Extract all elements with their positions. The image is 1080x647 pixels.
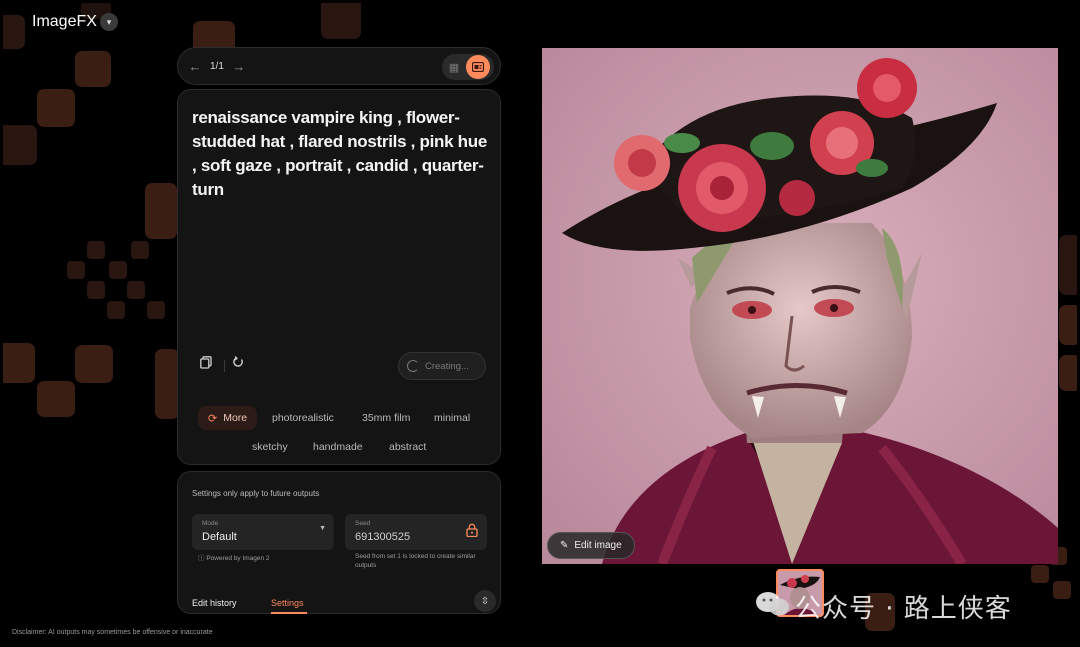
chevron-down-icon: ▼: [319, 525, 326, 532]
decor-square: [145, 183, 177, 239]
decor-square: [1053, 581, 1071, 599]
spinner-icon: [407, 360, 419, 372]
seed-field[interactable]: Seed 691300525: [345, 514, 487, 550]
mode-label: Mode: [202, 520, 219, 527]
decor-square: [3, 125, 37, 165]
disclaimer: Disclaimer: AI outputs may sometimes be …: [12, 629, 213, 636]
more-chip-label: More: [223, 412, 248, 424]
decor-square: [37, 89, 75, 127]
decor-square: [321, 3, 361, 39]
prompt-panel: renaissance vampire king , flower-studde…: [177, 89, 501, 465]
app-menu-chevron-icon[interactable]: ▾: [100, 13, 118, 31]
copy-icon[interactable]: [200, 356, 212, 372]
create-button-label: Creating...: [425, 360, 469, 372]
seed-value: 691300525: [355, 531, 411, 543]
decor-square: [147, 301, 165, 319]
style-chip[interactable]: minimal: [424, 406, 480, 430]
refresh-icon: ⟳: [208, 412, 218, 425]
decor-square: [67, 261, 85, 279]
decor-square: [127, 281, 145, 299]
arrow-right-icon[interactable]: →: [228, 59, 250, 74]
view-toggle: ▦: [442, 54, 494, 80]
reset-icon[interactable]: [232, 356, 244, 371]
decor-square: [1031, 565, 1049, 583]
decor-square: [3, 343, 35, 383]
decor-square: [155, 349, 179, 419]
create-button[interactable]: Creating...: [398, 352, 486, 380]
result-counter: 1/1: [210, 60, 224, 72]
active-tab-indicator: [271, 612, 307, 614]
decor-square: [1059, 355, 1077, 391]
more-chip[interactable]: ⟳ More: [198, 406, 258, 430]
decor-square: [107, 301, 125, 319]
toolbar-divider: [224, 360, 225, 372]
seed-note: Seed from set 1 is locked to create simi…: [355, 553, 476, 569]
generated-image[interactable]: [542, 48, 1058, 564]
tab-edit-history[interactable]: Edit history: [192, 598, 237, 608]
decor-square: [75, 345, 113, 383]
decor-square: [1059, 235, 1077, 295]
grid-view-icon[interactable]: ▦: [442, 61, 466, 74]
app-title: ImageFX: [32, 13, 97, 30]
decor-square: [109, 261, 127, 279]
arrow-left-icon[interactable]: ←: [184, 59, 206, 74]
edit-image-button[interactable]: ✎ Edit image: [547, 532, 635, 559]
style-chip[interactable]: sketchy: [242, 435, 298, 459]
settings-note: Settings only apply to future outputs: [192, 489, 320, 498]
tab-settings[interactable]: Settings: [271, 598, 304, 608]
style-chip[interactable]: handmade: [303, 435, 373, 459]
pencil-icon: ✎: [560, 540, 569, 551]
settings-panel: Settings only apply to future outputs Mo…: [177, 471, 501, 614]
help-icon: ⓘ: [198, 555, 205, 562]
style-chip[interactable]: abstract: [379, 435, 436, 459]
mode-value: Default: [202, 531, 237, 543]
app-window: ImageFX ▾ ← 1/1 → ▦ renaissance vampire …: [3, 3, 1077, 643]
mode-select[interactable]: Mode Default ▼: [192, 514, 334, 550]
style-chip[interactable]: photorealistic: [262, 406, 344, 430]
decor-square: [1059, 305, 1077, 345]
decor-square: [131, 241, 149, 259]
prompt-input[interactable]: renaissance vampire king , flower-studde…: [192, 106, 492, 202]
lock-icon[interactable]: [466, 523, 478, 537]
powered-by-label: Powered by Imagen 2: [206, 555, 270, 562]
result-navigator: ← 1/1 → ▦: [177, 47, 501, 85]
powered-by: ⓘ Powered by Imagen 2: [198, 552, 270, 562]
style-chip[interactable]: 35mm film: [352, 406, 420, 430]
seed-label: Seed: [355, 520, 371, 527]
decor-square: [87, 241, 105, 259]
decor-square: [75, 51, 111, 87]
expand-collapse-icon[interactable]: ⇳: [474, 590, 496, 612]
decor-square: [87, 281, 105, 299]
decor-square: [3, 15, 25, 49]
watermark-text: 公众号 · 路上侠客: [795, 594, 1012, 624]
wechat-logo-icon: [756, 592, 789, 616]
edit-image-label: Edit image: [574, 540, 622, 551]
decor-square: [37, 381, 75, 417]
single-view-icon[interactable]: [466, 55, 490, 79]
